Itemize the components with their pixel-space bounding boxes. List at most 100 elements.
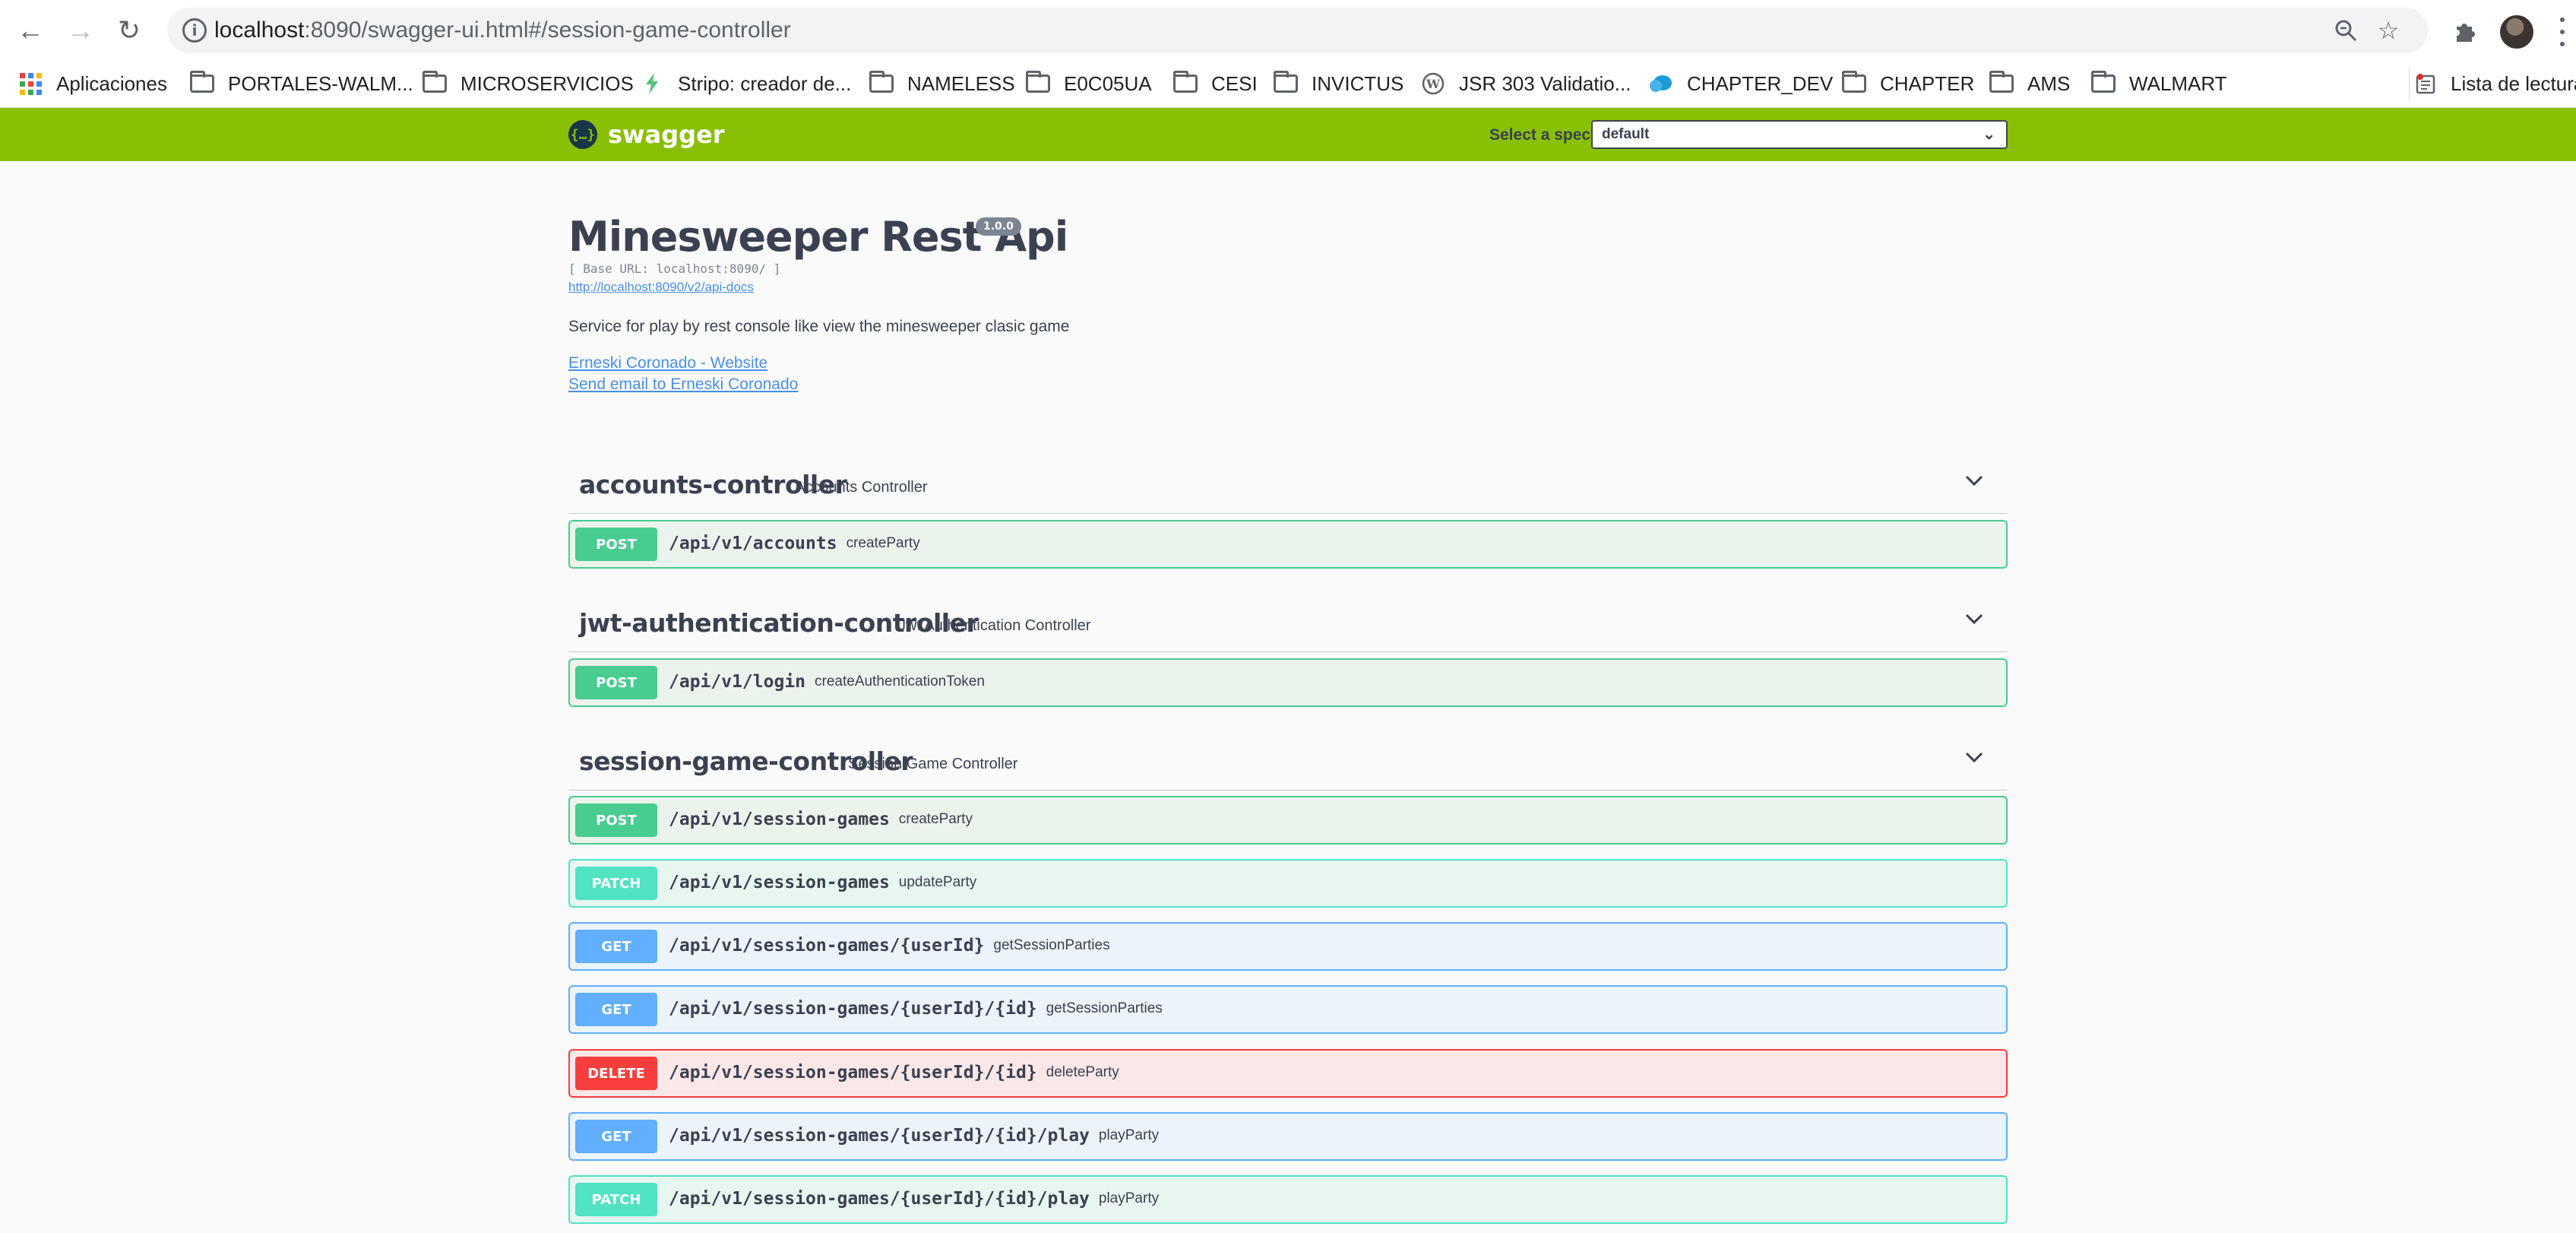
bookmark-label: MICROSERVICIOS bbox=[460, 71, 634, 95]
bookmarks-bar: Aplicaciones PORTALES-WALM... MICROSERVI… bbox=[0, 61, 2576, 108]
bookmark-label: WALMART bbox=[2129, 71, 2227, 95]
operation-patch-session-games-play[interactable]: PATCH /api/v1/session-games/{userId}/{id… bbox=[568, 1175, 2008, 1224]
folder-icon bbox=[1026, 71, 1050, 96]
wordpress-icon: W bbox=[1421, 71, 1445, 96]
bookmark-ams[interactable]: AMS bbox=[1989, 67, 2070, 100]
tag-jwt-authentication-controller[interactable]: jwt-authentication-controller Jwt Authen… bbox=[568, 587, 2008, 652]
operation-path: /api/v1/session-games/{userId} getSession… bbox=[669, 936, 1110, 956]
folder-icon bbox=[2091, 71, 2116, 96]
chevron-down-icon[interactable] bbox=[1964, 746, 1985, 768]
forward-arrow-icon[interactable]: → bbox=[62, 12, 99, 49]
contact-email-link[interactable]: Send email to Erneski Coronado bbox=[568, 376, 798, 394]
bookmark-apps[interactable]: Aplicaciones bbox=[18, 67, 167, 100]
browser-menu-icon[interactable] bbox=[2555, 14, 2570, 50]
spec-select[interactable]: default ⌄ bbox=[1591, 120, 2008, 149]
operation-path: /api/v1/session-games updateParty bbox=[669, 873, 976, 892]
bookmark-jsr303[interactable]: W JSR 303 Validatio... bbox=[1421, 67, 1631, 100]
bookmark-portales-walm[interactable]: PORTALES-WALM... bbox=[190, 67, 413, 100]
path-text: /api/v1/accounts bbox=[669, 534, 837, 553]
tag-session-game-controller[interactable]: session-game-controller Session Game Con… bbox=[568, 725, 2008, 791]
method-badge: POST bbox=[575, 666, 657, 699]
spec-select-label: Select a spec bbox=[1489, 126, 1591, 144]
chevron-down-icon[interactable] bbox=[1964, 608, 1985, 629]
method-badge: DELETE bbox=[575, 1057, 657, 1090]
bookmark-invictus[interactable]: INVICTUS bbox=[1274, 67, 1404, 100]
path-text: /api/v1/session-games/{userId}/{id} bbox=[669, 999, 1037, 1019]
method-badge: PATCH bbox=[575, 1183, 657, 1216]
operation-get-session-games-user-id[interactable]: GET /api/v1/session-games/{userId}/{id} g… bbox=[568, 985, 2008, 1034]
operation-post-accounts[interactable]: POST /api/v1/accounts createParty bbox=[568, 520, 2008, 569]
path-text: /api/v1/session-games/{userId} bbox=[669, 936, 985, 956]
bookmark-label: CHAPTER_DEV bbox=[1687, 71, 1834, 95]
operation-summary: deleteParty bbox=[1046, 1064, 1119, 1080]
reload-icon[interactable]: ↻ bbox=[111, 12, 147, 49]
operation-post-login[interactable]: POST /api/v1/login createAuthenticationTo… bbox=[568, 658, 2008, 707]
bookmark-microservicios[interactable]: MICROSERVICIOS bbox=[422, 67, 634, 100]
method-badge: GET bbox=[575, 1120, 657, 1153]
operation-get-session-games-play[interactable]: GET /api/v1/session-games/{userId}/{id}/… bbox=[568, 1112, 2008, 1161]
operation-patch-session-games[interactable]: PATCH /api/v1/session-games updateParty bbox=[568, 859, 2008, 908]
operation-post-session-games[interactable]: POST /api/v1/session-games createParty bbox=[568, 796, 2008, 845]
operation-summary: getSessionParties bbox=[1046, 1000, 1163, 1016]
folder-icon bbox=[190, 71, 214, 96]
method-badge: GET bbox=[575, 993, 657, 1026]
svg-text:W: W bbox=[1426, 77, 1441, 91]
operation-path: /api/v1/session-games/{userId}/{id}/play… bbox=[669, 1189, 1159, 1209]
tag-accounts-controller[interactable]: accounts-controller Accounts Controller bbox=[568, 449, 2008, 514]
bookmark-chapter[interactable]: CHAPTER bbox=[1842, 67, 1974, 100]
bookmark-cesi[interactable]: CESI bbox=[1173, 67, 1258, 100]
api-docs-link[interactable]: http://localhost:8090/v2/api-docs bbox=[568, 280, 754, 295]
address-url[interactable]: localhost:8090/swagger-ui.html#/session-… bbox=[214, 17, 791, 44]
site-info-icon[interactable]: i bbox=[182, 18, 207, 43]
bookmark-label: Aplicaciones bbox=[56, 71, 167, 95]
method-badge: POST bbox=[575, 804, 657, 837]
stripo-icon bbox=[640, 71, 664, 96]
bookmark-star-icon[interactable]: ☆ bbox=[2372, 14, 2405, 47]
path-text: /api/v1/session-games/{userId}/{id}/play bbox=[669, 1189, 1090, 1209]
swagger-topbar: {…} swagger Select a spec default ⌄ bbox=[0, 108, 2576, 161]
bookmark-label: Lista de lectura bbox=[2451, 71, 2576, 95]
path-text: /api/v1/session-games bbox=[669, 873, 890, 892]
zoom-icon[interactable] bbox=[2329, 14, 2362, 47]
back-arrow-icon[interactable]: ← bbox=[12, 12, 49, 49]
swagger-logo[interactable]: {…} swagger bbox=[568, 120, 725, 149]
bookmark-stripo[interactable]: Stripo: creador de... bbox=[640, 67, 851, 100]
bookmark-chapter-dev[interactable]: CHAPTER_DEV bbox=[1649, 67, 1833, 100]
profile-avatar[interactable] bbox=[2500, 15, 2533, 49]
method-badge: PATCH bbox=[575, 867, 657, 900]
operation-get-session-games-user[interactable]: GET /api/v1/session-games/{userId} getSes… bbox=[568, 922, 2008, 971]
operation-path: /api/v1/session-games/{userId}/{id}/play… bbox=[669, 1126, 1159, 1146]
operation-delete-session-games-user-id[interactable]: DELETE /api/v1/session-games/{userId}/{i… bbox=[568, 1049, 2008, 1098]
chevron-down-icon[interactable] bbox=[1964, 470, 1985, 491]
tag-description: Session Game Controller bbox=[848, 756, 1018, 772]
path-text: /api/v1/session-games/{userId}/{id} bbox=[669, 1063, 1037, 1082]
bookmark-walmart[interactable]: WALMART bbox=[2091, 67, 2227, 100]
folder-icon bbox=[1842, 71, 1866, 96]
operation-path: /api/v1/session-games/{userId}/{id} getSe… bbox=[669, 999, 1163, 1019]
method-badge: GET bbox=[575, 930, 657, 963]
tag-description: Accounts Controller bbox=[795, 479, 928, 496]
version-badge: 1.0.0 bbox=[976, 217, 1021, 236]
browser-toolbar: ← → ↻ i localhost:8090/swagger-ui.html#/… bbox=[0, 0, 2576, 61]
contact-website-link[interactable]: Erneski Coronado - Website bbox=[568, 354, 767, 372]
base-url: [ Base URL: localhost:8090/ ] bbox=[568, 261, 781, 276]
api-description: Service for play by rest console like vi… bbox=[568, 318, 1070, 335]
bookmark-reading-list[interactable]: Lista de lectura bbox=[2409, 67, 2576, 100]
swagger-logo-icon: {…} bbox=[568, 120, 597, 149]
swagger-logo-text: swagger bbox=[608, 120, 725, 149]
bookmark-nameless[interactable]: NAMELESS bbox=[869, 67, 1015, 100]
folder-icon bbox=[422, 71, 447, 96]
path-text: /api/v1/login bbox=[669, 672, 806, 692]
address-bar[interactable]: i localhost:8090/swagger-ui.html#/sessio… bbox=[167, 8, 2428, 53]
extensions-puzzle-icon[interactable] bbox=[2448, 12, 2485, 49]
bookmark-e0c05ua[interactable]: E0C05UA bbox=[1026, 67, 1152, 100]
bookmark-label: PORTALES-WALM... bbox=[228, 71, 413, 95]
bookmark-label: Stripo: creador de... bbox=[678, 71, 852, 95]
bookmark-label: CESI bbox=[1211, 71, 1258, 95]
bookmark-label: NAMELESS bbox=[907, 71, 1015, 95]
operation-summary: playParty bbox=[1098, 1190, 1160, 1206]
bookmark-label: JSR 303 Validatio... bbox=[1459, 71, 1631, 95]
bookmark-label: INVICTUS bbox=[1312, 71, 1404, 95]
operation-summary: createAuthenticationToken bbox=[815, 674, 985, 689]
operation-summary: playParty bbox=[1098, 1127, 1160, 1143]
